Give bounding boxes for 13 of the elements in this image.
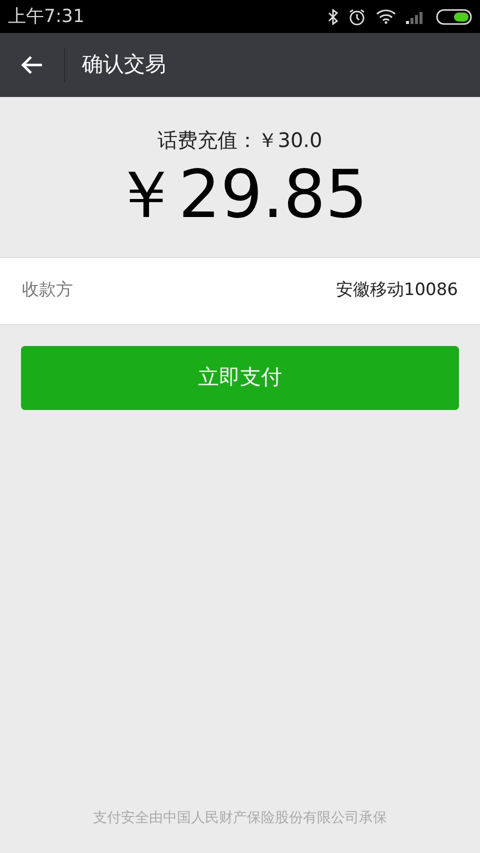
bluetooth-icon [328,8,338,24]
payee-label: 收款方 [22,279,73,302]
order-description: 话费充值：￥30.0 [158,127,322,154]
battery-icon [436,8,472,24]
footer-note: 支付安全由中国人民财产保险股份有限公司承保 [93,809,387,828]
status-time: 上午7:31 [8,5,84,29]
alarm-clock-icon [348,8,366,26]
back-arrow-icon [20,55,44,75]
pay-button[interactable]: 立即支付 [21,346,459,410]
payee-value: 安徽移动10086 [336,279,458,302]
page-title: 确认交易 [82,51,166,78]
payment-amount: ￥29.85 [112,155,368,235]
wifi-icon [376,9,396,24]
